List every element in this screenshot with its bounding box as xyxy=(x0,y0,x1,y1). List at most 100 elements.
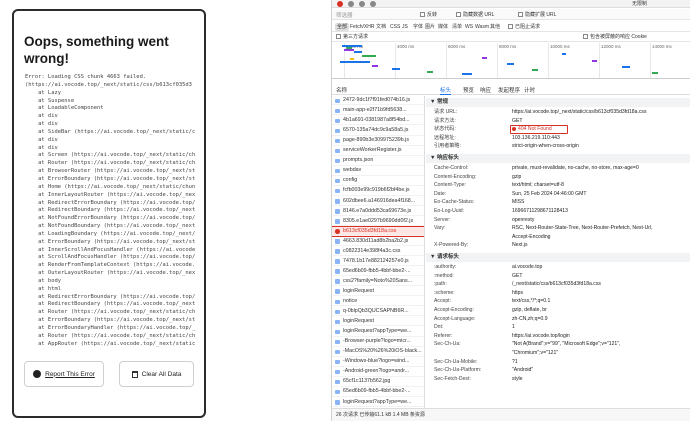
response-headers-section-row: Date: Sun, 25 Feb 2024 04:46:00 GMT xyxy=(426,190,690,199)
stack-trace-line: at Screen (https://ai.vocode.top/_next/s… xyxy=(25,152,196,159)
error-icon xyxy=(335,229,340,234)
request-row[interactable]: main-app-e2f71b9fd5638... xyxy=(332,106,424,116)
file-icon xyxy=(335,349,340,355)
third-party-checkbox[interactable] xyxy=(336,34,341,39)
request-row[interactable]: c0822314e398f4a3c.css xyxy=(332,247,424,257)
stack-trace-line: at Router (https://ai.vocode.top/_next/s… xyxy=(25,160,196,167)
search-icon[interactable] xyxy=(370,1,376,7)
timeline-request-bar xyxy=(344,49,354,51)
status-code-text: 404 Not Found xyxy=(518,126,552,133)
timeline-tick-label: 8000 ms xyxy=(499,44,517,49)
file-icon xyxy=(335,319,340,325)
detail-tab-1[interactable]: 预览 xyxy=(463,86,474,94)
stack-trace-line: at ErrorBoundary (https://ai.vocode.top/… xyxy=(25,238,196,245)
detail-tab-3[interactable]: 发起程序 xyxy=(498,86,520,94)
request-row[interactable]: fcfb003e99c919b6f2bf4be.js xyxy=(332,186,424,196)
request-row[interactable]: 8146.e7a0ddd53ca69673e.js xyxy=(332,207,424,216)
request-name-list: 2472-9dc1f7f91fed074b16.js main-app-e2f71… xyxy=(332,96,425,408)
request-row[interactable]: 4b1a691-0381987a8f54bd... xyxy=(332,116,424,126)
type-filter-2[interactable]: 文档 xyxy=(374,23,388,31)
clear-icon[interactable] xyxy=(348,1,354,7)
response-headers-section-header[interactable]: ▼ 响应标头 xyxy=(426,154,690,163)
clear-data-button[interactable]: Clear All Data xyxy=(119,361,194,387)
blocked-cookies-checkbox[interactable] xyxy=(583,34,588,39)
stack-trace-line: at div xyxy=(25,136,58,143)
header-value: gzip xyxy=(512,173,522,180)
hide-ext-url-checkbox[interactable] xyxy=(518,12,523,17)
detail-tab-0[interactable]: 标头 xyxy=(440,86,452,95)
timeline-gridline xyxy=(446,43,447,78)
network-timeline[interactable]: 2000 ms4000 ms6000 ms8000 ms10000 ms1200… xyxy=(332,43,690,79)
timeline-gridline xyxy=(599,43,600,78)
request-name: b613cf035d3fd18a.css xyxy=(343,227,397,234)
request-row[interactable]: loginRequest xyxy=(332,317,424,327)
throttle-select[interactable]: 无限制 xyxy=(632,0,647,7)
record-icon[interactable] xyxy=(337,1,343,7)
request-row[interactable]: config xyxy=(332,176,424,186)
type-filter-6[interactable]: 图片 xyxy=(423,23,437,31)
request-row[interactable]: 65cf1c1137b562.jpg xyxy=(332,377,424,387)
stack-trace-line: at html xyxy=(25,285,62,292)
request-headers-section-row: "Chromium";v="121" xyxy=(426,349,690,358)
request-row[interactable]: loginRequest?appType=we... xyxy=(332,327,424,337)
request-headers-section-row: Accept-Language: zh-CN,zh;q=0.9 xyxy=(426,315,690,324)
general-section-header[interactable]: ▼ 常规 xyxy=(426,98,690,107)
detail-tab-4[interactable]: 计时 xyxy=(524,86,535,94)
header-key: Content-Encoding: xyxy=(434,173,477,180)
request-headers-section-header[interactable]: ▼ 请求标头 xyxy=(426,253,690,262)
header-value: 404 Not Found xyxy=(512,125,552,134)
type-filter-0[interactable]: 全部 xyxy=(335,23,350,31)
request-row[interactable]: 65ed6b09-fbb5-4bbf-bbe2-... xyxy=(332,267,424,277)
request-row[interactable]: 6570-135a74dc9c9a58a5.js xyxy=(332,126,424,136)
header-value: "Android" xyxy=(512,367,534,374)
file-icon xyxy=(335,158,340,164)
request-headers-section-row: Dnt: 1 xyxy=(426,323,690,332)
request-row[interactable]: 8305.e1ae0297b9690dd0f2.js xyxy=(332,217,424,226)
hide-ext-url-label: 隐藏扩展 URL xyxy=(525,12,557,18)
request-row[interactable]: -Windows-blue?logo=wind... xyxy=(332,357,424,367)
request-row[interactable]: 65ed6b09-fbb5-4bbf-bbe2-... xyxy=(332,387,424,397)
type-filter-4[interactable]: JS xyxy=(400,23,410,31)
request-headers-section-row: Sec-Ch-Ua-Mobile: ?1 xyxy=(426,358,690,367)
header-value: Sun, 25 Feb 2024 04:46:00 GMT xyxy=(512,190,587,197)
invert-checkbox[interactable] xyxy=(420,12,425,17)
request-row[interactable]: -MacOS%20%26%20iOS-black... xyxy=(332,347,424,357)
request-row[interactable]: 602dbee6.a146916dea4f168... xyxy=(332,197,424,206)
timeline-request-bar xyxy=(362,55,376,57)
type-filter-11[interactable]: 其他 xyxy=(488,23,502,31)
request-row[interactable]: serviceWorkerRegister.js xyxy=(332,146,424,156)
request-row[interactable]: 4663.830d11ad8b2ba2b2.js xyxy=(332,237,424,247)
detail-tab-2[interactable]: 响应 xyxy=(480,86,491,94)
hide-data-url-checkbox[interactable] xyxy=(456,12,461,17)
timeline-tick-label: 6000 ms xyxy=(448,44,466,49)
blocked-requests-checkbox[interactable] xyxy=(508,24,513,29)
file-icon xyxy=(335,148,340,154)
request-row[interactable]: page-890b3e309975239b.js xyxy=(332,136,424,146)
request-row[interactable]: b613cf035d3fd18a.css xyxy=(332,225,424,238)
request-row[interactable]: 2472-9dc1f7f91fed074b16.js xyxy=(332,96,424,106)
header-value: text/css,*/*;q=0.1 xyxy=(512,298,551,305)
request-row[interactable]: css2?family=Noto%20Sans... xyxy=(332,277,424,287)
type-filter-8[interactable]: 清单 xyxy=(450,23,464,31)
report-error-button[interactable]: Report This Error xyxy=(24,361,104,387)
request-row[interactable]: prompts.json xyxy=(332,156,424,166)
request-row[interactable]: loginRequest xyxy=(332,287,424,297)
type-filter-7[interactable]: 媒体 xyxy=(436,23,450,31)
header-key: Eo-Log-Uuid: xyxy=(434,208,465,214)
stack-trace-line: at SideBar (https://ai.vocode.top/_next/… xyxy=(25,128,196,135)
request-row[interactable]: loginRequest?appType=we... xyxy=(332,398,424,407)
type-filter-1[interactable]: Fetch/XHR xyxy=(348,23,376,31)
request-name: serviceWorkerRegister.js xyxy=(343,147,402,154)
request-row[interactable]: -Browser-purple?logo=micr... xyxy=(332,337,424,347)
request-row[interactable]: -Android-green?logo=andr... xyxy=(332,367,424,377)
request-row[interactable]: 7478.1b17e882124257e0.js xyxy=(332,257,424,267)
request-row[interactable]: notice xyxy=(332,297,424,307)
file-icon xyxy=(335,369,340,375)
filter-input[interactable]: 筛选器 xyxy=(336,11,396,19)
name-column-header[interactable]: 名称 xyxy=(336,86,347,94)
stack-trace-line: at RedirectErrorBoundary (https://ai.voc… xyxy=(25,293,196,300)
request-row[interactable]: q-0blpQb3QUCSAPNB6R... xyxy=(332,307,424,317)
request-row[interactable]: webdav xyxy=(332,166,424,176)
response-headers-section-row: Server: openresty xyxy=(426,216,690,225)
filter-icon[interactable] xyxy=(359,1,365,7)
